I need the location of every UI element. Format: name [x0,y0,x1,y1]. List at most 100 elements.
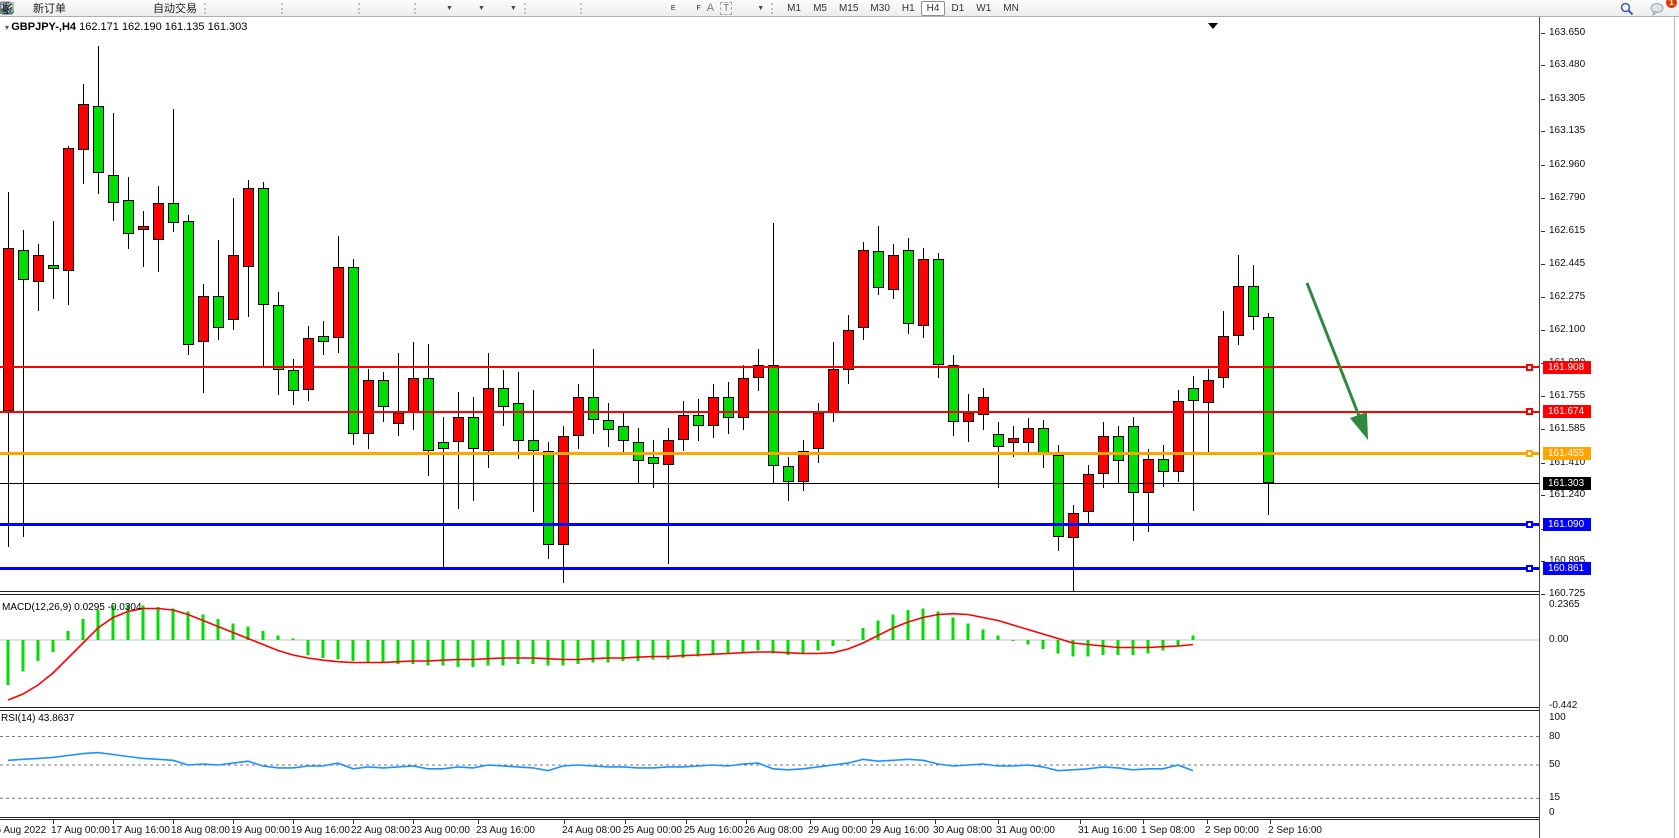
signals-button[interactable] [111,0,132,16]
line-handle[interactable] [1526,408,1533,415]
bar-chart-button[interactable] [214,0,235,16]
pane-separator[interactable] [0,707,1540,711]
timeframe-mn-button[interactable]: MN [997,1,1025,16]
time-tick-label: 29 Aug 16:00 [870,825,929,836]
timeframe-m30-button[interactable]: M30 [864,1,895,16]
horizontal-line-161.908[interactable] [0,366,1540,368]
text-label-tool-button[interactable]: T [717,0,735,16]
candle-down [648,457,659,465]
timeframe-h1-button[interactable]: H1 [896,1,921,16]
toolbar-grip[interactable] [771,3,776,14]
templates-button[interactable]: ▼ [488,0,520,16]
line-chart-button[interactable] [256,0,277,16]
fibonacci-icon [681,1,696,15]
candle-wick [53,221,54,300]
toolbar-grip[interactable] [204,3,209,14]
horizontal-line-160.861[interactable] [0,567,1540,570]
macd-pane[interactable] [0,595,1540,707]
price-tick-label: 163.135 [1549,125,1585,136]
timeframe-m5-button[interactable]: M5 [807,1,833,16]
toolbar-grip[interactable] [580,3,585,14]
search-button[interactable] [1619,1,1640,17]
macd-histogram-bar [937,612,940,641]
vertical-line-tool-button[interactable] [590,0,611,16]
arrows-tool-button[interactable]: ▼ [735,0,767,16]
crosshair-button[interactable] [555,0,576,16]
auto-trading-button[interactable]: 自动交易 [132,0,200,16]
timeframe-h4-button[interactable]: H4 [921,1,946,16]
rsi-pane[interactable] [0,711,1540,817]
horizontal-line-161.674[interactable] [0,411,1540,413]
time-axis[interactable]: 16 Aug 202217 Aug 00:0017 Aug 16:0018 Au… [0,820,1540,838]
candle-down [108,175,119,204]
text-tool-button[interactable]: A [704,0,717,16]
periods-button[interactable]: ▼ [456,0,488,16]
line-handle[interactable] [1526,521,1533,528]
horizontal-line-161.090[interactable] [0,523,1540,526]
chart-shift-button[interactable] [389,0,410,16]
zoom-out-button[interactable] [312,0,333,16]
time-tick [872,820,873,824]
toolbar-grip[interactable] [281,3,286,14]
timeframe-w1-button[interactable]: W1 [970,1,997,16]
history-center-button[interactable] [69,0,90,16]
tile-windows-button[interactable] [333,0,354,16]
price-tick [1541,131,1545,132]
candle-down [933,259,944,365]
line-handle[interactable] [1526,364,1533,371]
macd-histogram-bar [1087,640,1090,657]
trendline-tool-button[interactable] [632,0,653,16]
candlestick-chart-button[interactable] [235,0,256,16]
indicators-button[interactable]: ▼ [424,0,456,16]
candle-down [783,466,794,481]
candle-down [378,380,389,407]
horizontal-line-161.455[interactable] [0,452,1540,455]
channel-tool-button[interactable]: E [653,0,679,16]
toolbar-grip[interactable] [414,3,419,14]
toolbar-grip[interactable] [358,3,363,14]
pane-separator[interactable] [0,817,1540,820]
time-tick-label: 25 Aug 00:00 [623,825,682,836]
macd-histogram-bar [307,640,310,655]
cursor-button[interactable] [534,0,555,16]
macd-histogram-bar [457,640,460,667]
candle-up [888,255,899,290]
chart-plot-area[interactable]: ▾ GBPJPY-,H4 162.171 162.190 161.135 161… [0,17,1540,838]
price-axis[interactable]: 161.908161.674161.455161.303161.090160.8… [1541,17,1679,838]
notifications-button[interactable]: 1 [1650,1,1671,17]
macd-histogram-bar [472,640,475,667]
horizontal-line-161.303[interactable] [0,483,1540,484]
time-tick-label: 31 Aug 16:00 [1078,825,1137,836]
auto-scroll-button[interactable] [368,0,389,16]
time-tick-label: 17 Aug 00:00 [51,825,110,836]
time-tick [1207,820,1208,824]
pane-separator[interactable] [0,591,1540,595]
line-handle[interactable] [1526,450,1533,457]
new-order-button[interactable]: 新订单 [12,0,69,16]
timeframe-m1-button[interactable]: M1 [781,1,807,16]
macd-histogram-bar [67,631,70,640]
candle-wick [458,392,459,509]
macd-histogram-bar [277,636,280,641]
price-pane[interactable]: ▾ GBPJPY-,H4 162.171 162.190 161.135 161… [0,17,1540,591]
macd-histogram-bar [52,640,55,652]
profile-button[interactable] [90,0,111,16]
toolbar-grip[interactable] [524,3,529,14]
time-tick-label: 19 Aug 16:00 [291,825,350,836]
zoom-in-button[interactable] [291,0,312,16]
candle-up [843,330,854,370]
candle-down [768,365,779,467]
candle-down [528,440,539,452]
timeframe-m15-button[interactable]: M15 [833,1,864,16]
macd-scale-label: -0.442 [1549,700,1577,711]
macd-histogram-bar [922,609,925,641]
price-tick [1541,594,1545,595]
horizontal-line-tool-button[interactable] [611,0,632,16]
indicators-caret: ▼ [446,5,453,12]
rsi-scale-label: 100 [1549,712,1566,723]
line-handle[interactable] [1526,565,1533,572]
rsi-scale-label: 50 [1549,759,1560,770]
fibonacci-tool-button[interactable]: F [678,0,703,16]
timeframe-d1-button[interactable]: D1 [945,1,970,16]
candle-up [573,397,584,435]
